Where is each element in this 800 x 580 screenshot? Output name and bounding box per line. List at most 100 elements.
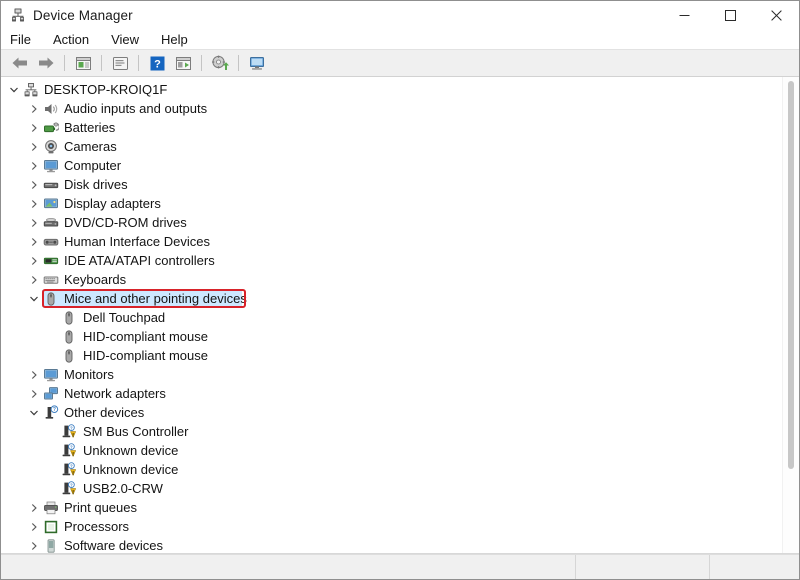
tree-item-print-queues[interactable]: Print queues xyxy=(1,498,799,517)
chevron-right-icon[interactable] xyxy=(28,369,40,381)
tree-item-hid-compliant-mouse-2[interactable]: HID-compliant mouse xyxy=(1,346,799,365)
chevron-down-icon[interactable] xyxy=(28,293,40,305)
show-hidden-devices-icon[interactable] xyxy=(70,51,96,75)
chevron-down-icon[interactable] xyxy=(8,84,20,96)
tree-item-label: Dell Touchpad xyxy=(83,310,166,325)
tree-item-disk-drives[interactable]: Disk drives xyxy=(1,175,799,194)
svg-text:?: ? xyxy=(154,58,161,70)
close-button[interactable] xyxy=(753,1,799,29)
tree-item-unknown-device-2[interactable]: ? Unknown device xyxy=(1,460,799,479)
chevron-right-icon[interactable] xyxy=(28,160,40,172)
menu-item-view[interactable]: View xyxy=(111,32,150,47)
title-bar: Device Manager xyxy=(1,1,799,29)
menu-item-file[interactable]: File xyxy=(10,32,42,47)
forward-arrow-icon[interactable] xyxy=(33,51,59,75)
disk-drive-icon xyxy=(43,177,59,193)
device-manager-window: Device Manager File Action View Help ? D… xyxy=(0,0,800,580)
tree-item-label: Software devices xyxy=(64,538,163,553)
tree-root-row[interactable]: DESKTOP-KROIQ1F xyxy=(1,80,799,99)
tree-item-usb20-crw[interactable]: ? USB2.0-CRW xyxy=(1,479,799,498)
menu-item-action[interactable]: Action xyxy=(53,32,100,47)
chevron-right-icon[interactable] xyxy=(28,141,40,153)
tree-item-audio-inputs-and-outputs[interactable]: Audio inputs and outputs xyxy=(1,99,799,118)
computer-root-icon xyxy=(23,82,39,98)
tree-item-label: Human Interface Devices xyxy=(64,234,210,249)
minimize-button[interactable] xyxy=(661,1,707,29)
menu-item-help[interactable]: Help xyxy=(161,32,199,47)
tree-item-human-interface-devices[interactable]: Human Interface Devices xyxy=(1,232,799,251)
speaker-icon xyxy=(43,101,59,117)
svg-text:?: ? xyxy=(70,425,73,430)
status-pane-3 xyxy=(710,555,799,579)
tree-item-label: Processors xyxy=(64,519,130,534)
toolbar-separator xyxy=(64,55,65,71)
device-tree[interactable]: DESKTOP-KROIQ1F Audio inputs and outputs xyxy=(1,80,799,553)
tree-item-computer[interactable]: Computer xyxy=(1,156,799,175)
tree-item-other-devices[interactable]: ? Other devices xyxy=(1,403,799,422)
tree-item-dvd-cd-rom-drives[interactable]: DVD/CD-ROM drives xyxy=(1,213,799,232)
tree-item-label: Cameras xyxy=(64,139,117,154)
back-arrow-icon[interactable] xyxy=(7,51,33,75)
tree-item-cameras[interactable]: Cameras xyxy=(1,137,799,156)
scan-for-hardware-changes-icon[interactable] xyxy=(207,51,233,75)
tree-item-hid-compliant-mouse-1[interactable]: HID-compliant mouse xyxy=(1,327,799,346)
tree-item-label: Display adapters xyxy=(64,196,161,211)
tree-item-network-adapters[interactable]: Network adapters xyxy=(1,384,799,403)
toolbar-separator xyxy=(201,55,202,71)
tree-item-keyboards[interactable]: Keyboards xyxy=(1,270,799,289)
chevron-right-icon[interactable] xyxy=(28,217,40,229)
tree-item-sm-bus-controller[interactable]: ? SM Bus Controller xyxy=(1,422,799,441)
tree-item-processors[interactable]: Processors xyxy=(1,517,799,536)
device-manager-icon xyxy=(10,7,26,23)
monitor-icon xyxy=(43,367,59,383)
svg-text:?: ? xyxy=(70,444,73,449)
chevron-right-icon[interactable] xyxy=(28,103,40,115)
chevron-right-icon[interactable] xyxy=(28,388,40,400)
tree-item-ide-ata-atapi-controllers[interactable]: IDE ATA/ATAPI controllers xyxy=(1,251,799,270)
tree-item-label: Disk drives xyxy=(64,177,128,192)
chevron-right-icon[interactable] xyxy=(28,179,40,191)
tree-root-label: DESKTOP-KROIQ1F xyxy=(44,82,168,97)
tree-item-label: DVD/CD-ROM drives xyxy=(64,215,187,230)
properties-icon[interactable] xyxy=(107,51,133,75)
keyboard-icon xyxy=(43,272,59,288)
tree-item-label: SM Bus Controller xyxy=(83,424,189,439)
tree-item-label: Monitors xyxy=(64,367,114,382)
tree-item-mice-and-other-pointing-devices[interactable]: Mice and other pointing devices xyxy=(1,289,799,308)
network-adapter-icon xyxy=(43,386,59,402)
tree-item-dell-touchpad[interactable]: Dell Touchpad xyxy=(1,308,799,327)
chevron-right-icon[interactable] xyxy=(28,198,40,210)
tree-item-monitors[interactable]: Monitors xyxy=(1,365,799,384)
tree-item-label: Keyboards xyxy=(64,272,127,287)
unknown-device-warning-icon: ? xyxy=(61,423,77,440)
unknown-device-warning-icon: ? xyxy=(61,442,77,459)
device-tree-pane: DESKTOP-KROIQ1F Audio inputs and outputs xyxy=(1,77,799,554)
chevron-right-icon[interactable] xyxy=(28,274,40,286)
chevron-right-icon[interactable] xyxy=(28,122,40,134)
chevron-right-icon[interactable] xyxy=(28,502,40,514)
tree-item-unknown-device-1[interactable]: ? Unknown device xyxy=(1,441,799,460)
chevron-right-icon[interactable] xyxy=(28,255,40,267)
tree-item-label: USB2.0-CRW xyxy=(83,481,163,496)
chevron-right-icon[interactable] xyxy=(28,236,40,248)
tree-item-label: Print queues xyxy=(64,500,137,515)
ide-controller-icon xyxy=(43,253,59,269)
maximize-button[interactable] xyxy=(707,1,753,29)
chevron-right-icon[interactable] xyxy=(28,540,40,552)
tree-item-batteries[interactable]: Batteries xyxy=(1,118,799,137)
tree-item-label: Unknown device xyxy=(83,462,179,477)
mouse-icon xyxy=(61,310,77,326)
update-driver-icon[interactable] xyxy=(170,51,196,75)
scroll-thumb[interactable] xyxy=(788,81,794,469)
monitor-icon xyxy=(43,158,59,174)
vertical-scrollbar[interactable] xyxy=(782,77,799,553)
chevron-right-icon[interactable] xyxy=(28,521,40,533)
help-icon[interactable]: ? xyxy=(144,51,170,75)
tree-item-software-devices[interactable]: Software devices xyxy=(1,536,799,553)
chevron-down-icon[interactable] xyxy=(28,407,40,419)
tree-item-display-adapters[interactable]: Display adapters xyxy=(1,194,799,213)
window-title: Device Manager xyxy=(33,7,133,23)
tree-item-label: Mice and other pointing devices xyxy=(64,291,247,306)
tree-item-label: IDE ATA/ATAPI controllers xyxy=(64,253,215,268)
add-legacy-hardware-icon[interactable] xyxy=(244,51,270,75)
